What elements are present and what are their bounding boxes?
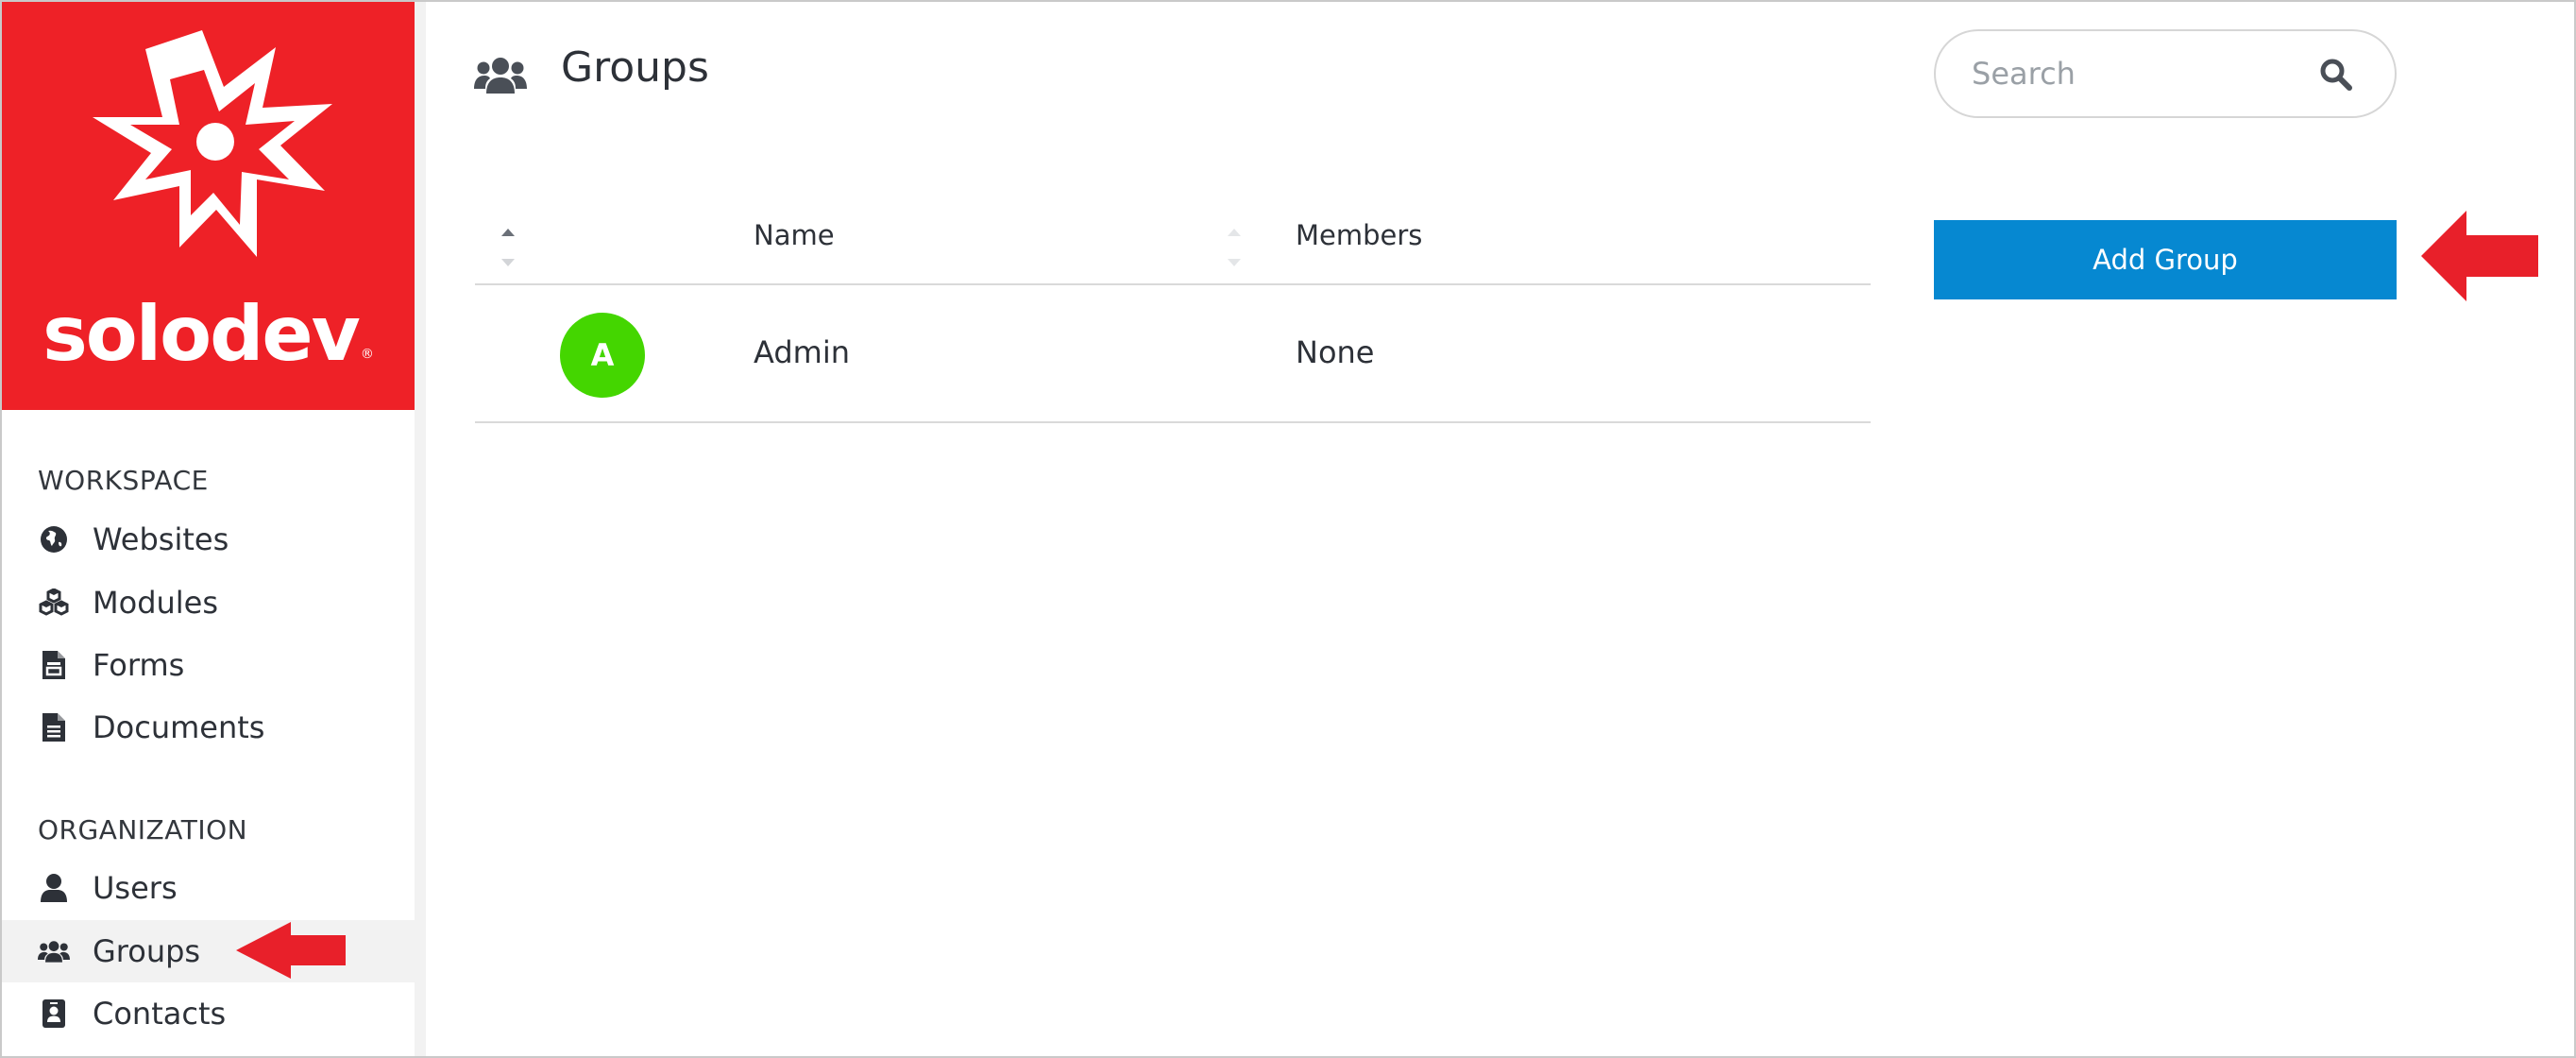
form-icon [38, 649, 70, 681]
sidebar: solodev ® WORKSPACE Websites Modules Form… [2, 2, 415, 1056]
users-icon [474, 58, 527, 94]
sidebar-item-label: Documents [93, 709, 265, 745]
users-icon [38, 935, 70, 967]
sidebar-item-label: Forms [93, 647, 185, 683]
group-members: None [1296, 334, 1375, 370]
sidebar-item-label: Modules [93, 585, 219, 621]
annotation-arrow-icon [2421, 211, 2538, 301]
sidebar-item-websites[interactable]: Websites [2, 508, 415, 571]
sidebar-item-label: Contacts [93, 996, 227, 1032]
sort-arrows-icon[interactable] [500, 227, 517, 276]
sidebar-item-contacts[interactable]: Contacts [2, 982, 415, 1045]
page-title: Groups [561, 43, 709, 92]
sidebar-item-label: Groups [93, 933, 201, 969]
cubes-icon [38, 587, 70, 619]
contact-card-icon [38, 998, 70, 1030]
search-box[interactable] [1934, 29, 2397, 118]
column-header-name[interactable]: Name [754, 219, 835, 251]
sidebar-item-documents[interactable]: Documents [2, 696, 415, 759]
brand-logo[interactable]: solodev ® [2, 2, 415, 410]
sort-arrows-icon[interactable] [1226, 227, 1243, 276]
group-name[interactable]: Admin [754, 334, 850, 370]
sidebar-item-label: Websites [93, 521, 229, 557]
table-row[interactable]: A Admin None [475, 285, 1871, 423]
column-header-members[interactable]: Members [1296, 219, 1422, 251]
brand-wordmark: solodev ® [42, 290, 374, 378]
globe-icon [38, 523, 70, 555]
section-title-organization: ORGANIZATION [38, 814, 248, 845]
user-icon [38, 872, 70, 904]
sidebar-divider [415, 2, 426, 1056]
document-icon [38, 711, 70, 743]
sidebar-item-modules[interactable]: Modules [2, 572, 415, 634]
sidebar-item-label: Users [93, 870, 178, 906]
groups-table: Name Members A Admin None [475, 200, 1871, 423]
app-window: solodev ® WORKSPACE Websites Modules Form… [0, 0, 2576, 1058]
sidebar-item-users[interactable]: Users [2, 857, 415, 919]
table-header: Name Members [475, 200, 1871, 285]
sidebar-item-groups[interactable]: Groups [2, 920, 415, 982]
sidebar-item-forms[interactable]: Forms [2, 634, 415, 696]
add-group-button[interactable]: Add Group [1934, 220, 2397, 299]
avatar: A [560, 313, 645, 398]
annotation-arrow-icon [236, 922, 346, 979]
section-title-workspace: WORKSPACE [38, 465, 209, 496]
starburst-logo-icon [93, 30, 332, 257]
search-input[interactable] [1972, 56, 2312, 92]
search-icon[interactable] [2319, 58, 2353, 92]
